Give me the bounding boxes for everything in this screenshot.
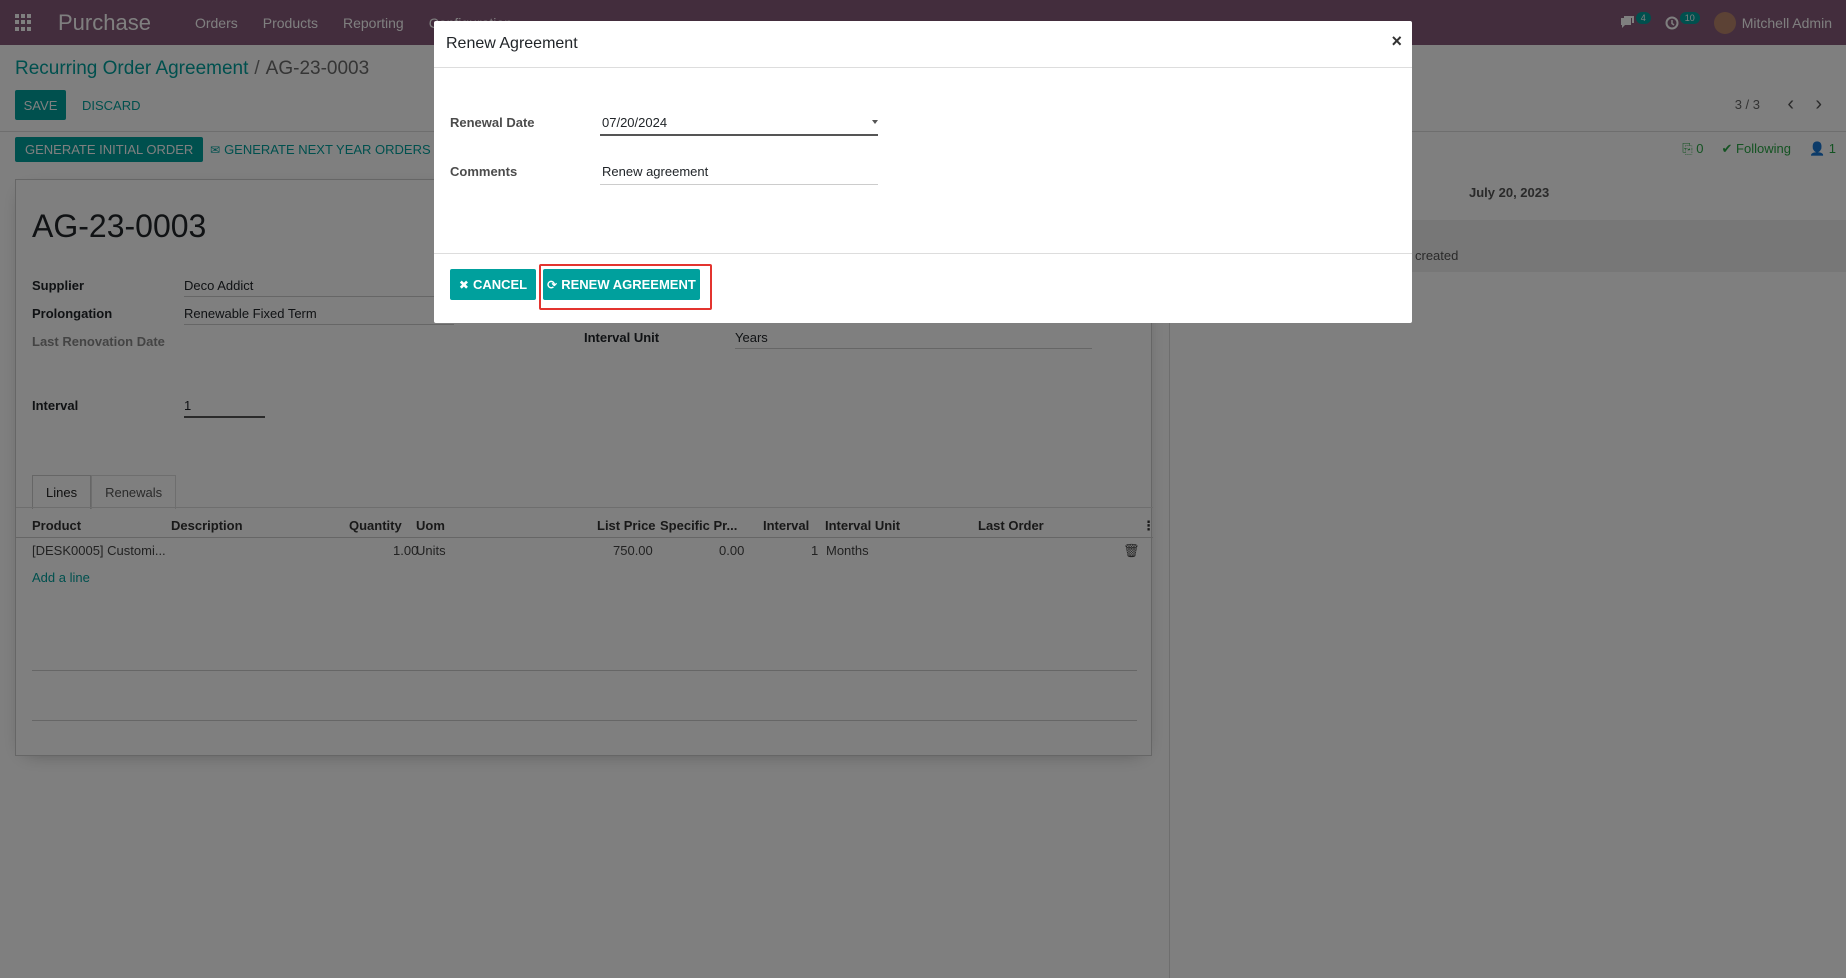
renewal-date-field[interactable]: 07/20/2024 bbox=[600, 110, 878, 136]
highlight-box bbox=[539, 264, 712, 310]
renewal-date-value: 07/20/2024 bbox=[602, 115, 668, 130]
cancel-label: CANCEL bbox=[472, 277, 528, 292]
dialog-title: Renew Agreement bbox=[446, 35, 578, 52]
close-icon: ✖ bbox=[458, 277, 469, 292]
chevron-down-icon bbox=[872, 120, 878, 124]
cancel-button[interactable]: ✖ CANCEL bbox=[450, 269, 536, 300]
renew-agreement-dialog: Renew Agreement × Renewal Date 07/20/202… bbox=[434, 21, 1412, 323]
renewal-date-label: Renewal Date bbox=[450, 115, 535, 130]
dialog-header: Renew Agreement × bbox=[434, 21, 1412, 68]
comments-label: Comments bbox=[450, 164, 518, 179]
comments-field[interactable]: Renew agreement bbox=[600, 159, 878, 185]
close-icon[interactable]: × bbox=[1391, 31, 1402, 52]
